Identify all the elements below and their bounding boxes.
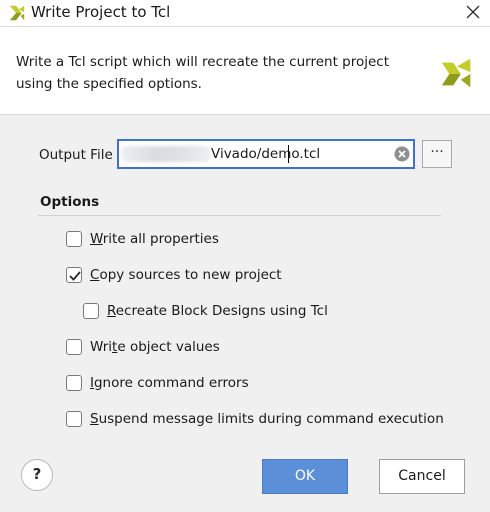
mnemonic: R bbox=[107, 303, 116, 319]
checkbox[interactable] bbox=[66, 339, 82, 355]
ok-button[interactable]: OK bbox=[262, 459, 348, 494]
redacted-path-prefix bbox=[121, 146, 211, 162]
close-icon[interactable] bbox=[465, 4, 481, 20]
output-file-value[interactable]: Vivado/demo.tcl bbox=[211, 146, 320, 162]
write-all-properties-option[interactable]: Write all properties bbox=[66, 229, 219, 249]
recreate-block-designs-option[interactable]: Recreate Block Designs using Tcl bbox=[83, 301, 328, 321]
checkbox[interactable] bbox=[66, 375, 82, 391]
write-object-values-option[interactable]: Write object values bbox=[66, 337, 220, 357]
output-file-input[interactable]: Vivado/demo.tcl bbox=[117, 139, 415, 169]
label-part: Wri bbox=[90, 339, 113, 355]
option-label: Copy sources to new project bbox=[90, 267, 282, 283]
options-divider bbox=[38, 215, 441, 216]
title-bar: Write Project to Tcl bbox=[0, 0, 490, 27]
option-label: Ignore command errors bbox=[90, 375, 249, 391]
label-part: opy sources to new project bbox=[99, 267, 282, 283]
output-file-label: Output File bbox=[39, 147, 113, 163]
dialog-description: Write a Tcl script which will recreate t… bbox=[16, 54, 390, 92]
window-title: Write Project to Tcl bbox=[31, 3, 171, 21]
ignore-command-errors-option[interactable]: Ignore command errors bbox=[66, 373, 249, 393]
mnemonic: S bbox=[90, 411, 99, 427]
option-label: Suspend message limits during command ex… bbox=[90, 411, 444, 427]
label-part: uspend message limits during command exe… bbox=[98, 411, 444, 427]
write-project-to-tcl-dialog: Write Project to Tcl Write a Tcl script … bbox=[0, 0, 490, 512]
option-label: Write object values bbox=[90, 339, 220, 355]
checkbox[interactable] bbox=[66, 231, 82, 247]
suspend-message-limits-option[interactable]: Suspend message limits during command ex… bbox=[66, 409, 444, 429]
help-button[interactable]: ? bbox=[21, 459, 53, 491]
label-part: gnore command errors bbox=[93, 375, 249, 391]
copy-sources-option[interactable]: Copy sources to new project bbox=[66, 265, 282, 285]
cancel-button[interactable]: Cancel bbox=[379, 459, 465, 494]
browse-button[interactable]: ··· bbox=[422, 140, 452, 168]
checkbox-checked[interactable] bbox=[66, 267, 82, 283]
label-part: ecreate Block Designs using Tcl bbox=[115, 303, 328, 319]
mnemonic: W bbox=[90, 231, 103, 247]
checkbox[interactable] bbox=[83, 303, 99, 319]
options-heading: Options bbox=[40, 194, 100, 210]
label-part: e object values bbox=[117, 339, 220, 355]
check-icon bbox=[69, 271, 81, 281]
label-part: rite all properties bbox=[102, 231, 219, 247]
clear-icon[interactable] bbox=[394, 146, 410, 162]
text-cursor bbox=[288, 145, 289, 163]
vivado-logo-icon bbox=[441, 58, 471, 88]
option-label: Recreate Block Designs using Tcl bbox=[107, 303, 328, 319]
checkbox[interactable] bbox=[66, 411, 82, 427]
option-label: Write all properties bbox=[90, 231, 219, 247]
vivado-logo-icon bbox=[9, 5, 25, 21]
dialog-header: Write a Tcl script which will recreate t… bbox=[0, 27, 490, 115]
